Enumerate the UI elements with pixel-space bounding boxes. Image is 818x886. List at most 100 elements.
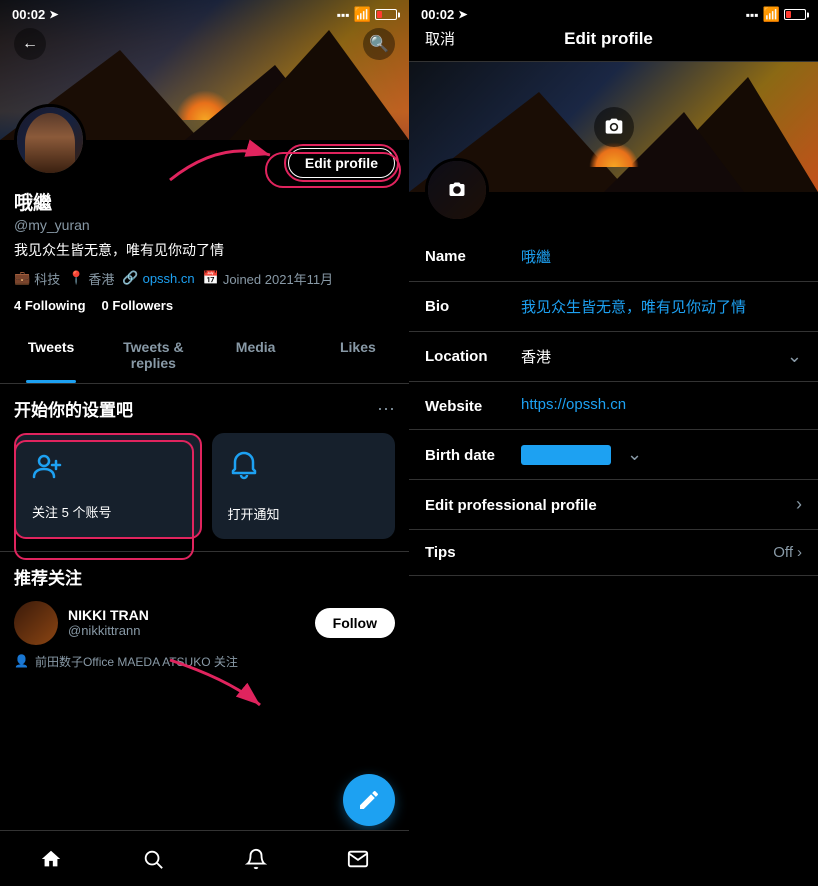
meta-info: 💼 科技 📍 香港 🔗 opssh.cn 📅 Joined 2021年11月 [14, 269, 395, 288]
name-label: Name [425, 246, 505, 265]
suggested-info: NIKKI TRAN @nikkittrann [68, 607, 305, 638]
search-button[interactable]: 🔍 [363, 28, 395, 60]
time-right: 00:02 [421, 7, 454, 22]
battery-fill [377, 11, 382, 18]
mutual-follow: 👤 前田数子Office MAEDA ATSUKO 关注 [14, 653, 395, 670]
setup-title: 开始你的设置吧 [14, 396, 133, 421]
suggested-title: 推荐关注 [14, 564, 395, 589]
nav-home[interactable] [31, 839, 71, 879]
field-name: Name 哦繼 [409, 232, 818, 282]
website-value[interactable]: https://opssh.cn [521, 396, 802, 413]
edit-profile-title: Edit profile [564, 29, 653, 49]
back-button[interactable]: ← [14, 28, 46, 60]
signal-right-icon: ▪▪▪ [746, 8, 759, 22]
professional-label: Edit professional profile [425, 495, 780, 514]
left-panel: 00:02 ➤ ▪▪▪ 📶 ← 🔍 [0, 0, 409, 886]
follow-button[interactable]: Follow [315, 608, 395, 638]
tab-tweets-label: Tweets [28, 339, 74, 355]
briefcase-icon: 💼 [14, 270, 30, 286]
cover-photo-edit[interactable] [409, 62, 818, 192]
bio-value[interactable]: 我见众生皆无意，唯有见你动了情 [521, 296, 802, 317]
edit-profile-button[interactable]: Edit profile [288, 148, 395, 178]
cover-camera-overlay[interactable] [594, 107, 634, 147]
followers-label: Followers [112, 298, 173, 313]
field-tips[interactable]: Tips Off › [409, 530, 818, 576]
bio: 我见众生皆无意，唯有见你动了情 [14, 241, 395, 261]
professional-arrow-icon: › [796, 494, 802, 515]
tab-likes[interactable]: Likes [307, 327, 409, 383]
link-icon: 🔗 [122, 270, 138, 286]
username: @my_yuran [14, 217, 395, 233]
follow-stats: 4 Following 0 Followers [14, 298, 395, 313]
tab-replies-label: Tweets & replies [123, 339, 183, 371]
field-bio: Bio 我见众生皆无意，唯有见你动了情 [409, 282, 818, 332]
website-label: Website [425, 396, 505, 415]
website-link[interactable]: opssh.cn [143, 271, 195, 286]
location-text: 香港 [88, 269, 114, 288]
field-birthdate: Birth date ⌄ [409, 430, 818, 480]
cancel-button[interactable]: 取消 [425, 28, 455, 49]
location-icon: 📍 [68, 270, 84, 286]
profile-tabs: Tweets Tweets & replies Media Likes [0, 327, 409, 384]
nav-search[interactable] [133, 839, 173, 879]
setup-card-follow-label: 关注 5 个账号 [32, 502, 111, 521]
location-arrow-icon: ➤ [49, 8, 58, 21]
profile-section: Edit profile 哦繼 @my_yuran 我见众生皆无意，唯有见你动了… [0, 140, 409, 313]
avatar-edit[interactable] [425, 158, 489, 222]
field-location[interactable]: Location 香港 ⌄ [409, 332, 818, 382]
setup-card-notify[interactable]: 打开通知 [212, 433, 396, 539]
meta-category: 💼 科技 [14, 269, 60, 288]
cover-nav: ← 🔍 [0, 28, 409, 60]
status-icons-left: ▪▪▪ 📶 [337, 6, 397, 23]
tips-value: Off [773, 544, 793, 561]
wifi-icon: 📶 [354, 6, 371, 23]
avatar-inner [17, 107, 83, 173]
bio-label: Bio [425, 296, 505, 315]
following-label: Following [25, 298, 86, 313]
signal-icon: ▪▪▪ [337, 8, 350, 22]
joined-text: Joined 2021年11月 [223, 269, 333, 288]
more-options-button[interactable]: ··· [377, 398, 395, 419]
field-website: Website https://opssh.cn [409, 382, 818, 430]
status-time-left: 00:02 ➤ [12, 7, 58, 22]
meta-joined: 📅 Joined 2021年11月 [203, 269, 334, 288]
followers-stat[interactable]: 0 Followers [102, 298, 174, 313]
suggested-name: NIKKI TRAN [68, 607, 305, 623]
compose-button[interactable] [343, 774, 395, 826]
search-icon: 🔍 [369, 34, 389, 54]
avatar-camera-overlay [428, 161, 486, 219]
tab-tweets-replies[interactable]: Tweets & replies [102, 327, 204, 383]
setup-card-notify-label: 打开通知 [228, 504, 280, 523]
nav-notifications[interactable] [236, 839, 276, 879]
battery-fill-right [786, 11, 791, 18]
meta-location: 📍 香港 [68, 269, 114, 288]
suggested-handle: @nikkittrann [68, 623, 305, 638]
suggested-avatar [14, 601, 58, 645]
tips-arrow-icon: › [797, 544, 802, 561]
location-dropdown-icon: ⌄ [787, 346, 802, 367]
mutual-text: 前田数子Office MAEDA ATSUKO 关注 [35, 653, 238, 670]
battery-icon-left [375, 9, 397, 20]
battery-icon-right [784, 9, 806, 20]
avatar-silhouette [25, 113, 75, 173]
following-stat[interactable]: 4 Following [14, 298, 86, 313]
setup-card-follow[interactable]: 关注 5 个账号 [14, 433, 202, 539]
tab-media[interactable]: Media [205, 327, 307, 383]
time-left: 00:02 [12, 7, 45, 22]
status-icons-right: ▪▪▪ 📶 [746, 6, 806, 23]
birthdate-bar[interactable] [521, 445, 611, 465]
name-value[interactable]: 哦繼 [521, 246, 802, 267]
location-value: 香港 [521, 346, 771, 367]
setup-cards: 关注 5 个账号 打开通知 [14, 433, 395, 539]
tab-likes-label: Likes [340, 339, 376, 355]
field-professional[interactable]: Edit professional profile › [409, 480, 818, 530]
tab-tweets[interactable]: Tweets [0, 327, 102, 383]
tips-value-group: Off › [773, 544, 802, 561]
display-name: 哦繼 [14, 188, 395, 215]
notification-icon [228, 449, 260, 488]
suggested-user-row: NIKKI TRAN @nikkittrann Follow [14, 601, 395, 645]
following-count: 4 [14, 298, 21, 313]
form-section: Name 哦繼 Bio 我见众生皆无意，唯有见你动了情 Location 香港 … [409, 232, 818, 576]
nav-messages[interactable] [338, 839, 378, 879]
category-text: 科技 [34, 269, 60, 288]
